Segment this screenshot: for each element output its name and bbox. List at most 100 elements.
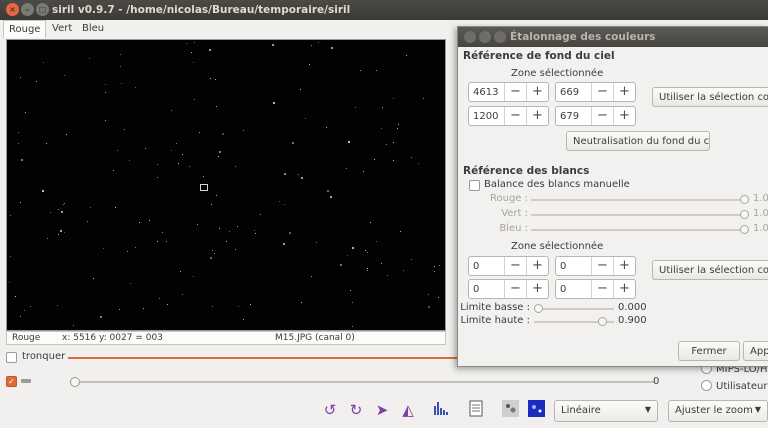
close-dialog-button[interactable]: Fermer — [678, 341, 740, 361]
star — [403, 270, 404, 271]
color-calibration-dialog: Étalonnage des couleurs Référence de fon… — [457, 26, 768, 367]
white-h-value: 0 — [560, 284, 567, 295]
low-slider-track[interactable] — [70, 381, 654, 383]
rotate-right-icon[interactable]: ↻ — [346, 400, 366, 420]
low-limit-knob[interactable] — [534, 304, 543, 313]
document-icon[interactable] — [466, 400, 486, 420]
white-x-spin[interactable]: 0 − + — [468, 256, 549, 276]
star — [166, 241, 167, 242]
histogram-icon[interactable] — [432, 400, 452, 420]
star — [105, 84, 106, 85]
dialog-maximize-button[interactable] — [494, 31, 506, 43]
star — [15, 296, 16, 297]
star — [439, 265, 440, 266]
star — [348, 141, 350, 143]
background-h-spin[interactable]: 679 − + — [555, 106, 636, 126]
star — [428, 294, 429, 295]
star — [311, 45, 312, 46]
star — [176, 143, 177, 144]
minus-icon[interactable]: − — [591, 280, 613, 298]
scale-mode-select[interactable]: Linéaire ▼ — [554, 400, 658, 422]
mirror-x-icon[interactable]: ➤ — [372, 400, 392, 420]
minus-icon[interactable]: − — [591, 257, 613, 275]
tab-bleu[interactable]: Bleu — [77, 20, 109, 38]
plus-icon[interactable]: + — [613, 107, 635, 125]
high-limit-knob[interactable] — [597, 317, 607, 326]
colormap-icon[interactable] — [526, 400, 546, 420]
plus-icon[interactable]: + — [613, 257, 635, 275]
star — [197, 224, 198, 225]
plus-icon[interactable]: + — [526, 107, 548, 125]
star — [105, 120, 106, 121]
mirror-y-icon[interactable]: ◭ — [398, 400, 418, 420]
tab-rouge[interactable]: Rouge — [3, 20, 47, 38]
star — [382, 107, 383, 108]
star — [90, 207, 91, 208]
background-w-spin[interactable]: 1200 − + — [468, 106, 549, 126]
lock-icon — [21, 379, 31, 383]
star — [292, 142, 294, 144]
white-h-spin[interactable]: 0 − + — [555, 279, 636, 299]
minus-icon[interactable]: − — [504, 83, 526, 101]
star — [18, 132, 19, 133]
star — [305, 118, 306, 119]
crop-slider-track[interactable] — [68, 357, 464, 359]
background-x-spin[interactable]: 4613 − + — [468, 82, 549, 102]
blue-channel-knob[interactable] — [740, 225, 749, 234]
low-slider-knob[interactable] — [70, 377, 80, 387]
green-channel-knob[interactable] — [740, 210, 749, 219]
minus-icon[interactable]: − — [591, 83, 613, 101]
star — [149, 220, 150, 221]
radio-user-indicator[interactable] — [701, 380, 712, 391]
star — [171, 150, 172, 151]
white-w-spin[interactable]: 0 − + — [468, 279, 549, 299]
maximize-window-button[interactable]: □ — [36, 3, 49, 16]
green-channel-value: 1.0 — [753, 208, 768, 219]
tab-vert[interactable]: Vert — [47, 20, 77, 38]
minus-icon[interactable]: − — [504, 257, 526, 275]
plus-icon[interactable]: + — [613, 280, 635, 298]
star — [87, 221, 88, 222]
star — [120, 54, 121, 55]
star — [352, 302, 353, 303]
zoom-mode-select[interactable]: Ajuster le zoom ▼ — [668, 400, 768, 422]
plus-icon[interactable]: + — [613, 83, 635, 101]
green-channel-track[interactable] — [531, 214, 749, 216]
dialog-title: Étalonnage des couleurs — [510, 31, 656, 43]
star — [298, 174, 299, 175]
white-use-selection-label: Utiliser la sélection courante — [659, 265, 768, 276]
manual-white-balance-checkbox[interactable] — [469, 180, 480, 191]
star — [284, 173, 286, 175]
low-limit-track[interactable] — [534, 308, 614, 310]
close-window-button[interactable]: × — [6, 3, 19, 16]
white-use-selection-button[interactable]: Utiliser la sélection courante — [652, 260, 768, 280]
white-y-spin[interactable]: 0 − + — [555, 256, 636, 276]
low-slider-checkbox[interactable]: ✓ — [6, 376, 17, 387]
plus-icon[interactable]: + — [526, 257, 548, 275]
rotate-left-icon[interactable]: ↺ — [320, 400, 340, 420]
radio-user[interactable]: Utilisateur — [701, 380, 767, 392]
dialog-close-button[interactable] — [464, 31, 476, 43]
red-channel-track[interactable] — [531, 199, 749, 201]
zoom-mode-value: Ajuster le zoom — [675, 405, 753, 416]
image-negative-icon[interactable] — [500, 400, 520, 420]
crop-checkbox[interactable] — [6, 352, 17, 363]
minus-icon[interactable]: − — [504, 107, 526, 125]
star — [367, 268, 368, 269]
minus-icon[interactable]: − — [591, 107, 613, 125]
plus-icon[interactable]: + — [526, 83, 548, 101]
minus-icon[interactable]: − — [504, 280, 526, 298]
star — [283, 243, 285, 245]
star — [406, 55, 407, 56]
red-channel-knob[interactable] — [740, 195, 749, 204]
apply-button[interactable]: Appliquer — [743, 341, 768, 361]
blue-channel-track[interactable] — [531, 229, 749, 231]
star — [250, 304, 251, 305]
minimize-window-button[interactable]: – — [21, 3, 34, 16]
background-use-selection-button[interactable]: Utiliser la sélection courante — [652, 87, 768, 107]
dialog-minimize-button[interactable] — [479, 31, 491, 43]
background-y-spin[interactable]: 669 − + — [555, 82, 636, 102]
plus-icon[interactable]: + — [526, 280, 548, 298]
neutralize-background-button[interactable]: Neutralisation du fond du ciel — [566, 131, 710, 151]
image-canvas[interactable] — [6, 39, 446, 331]
